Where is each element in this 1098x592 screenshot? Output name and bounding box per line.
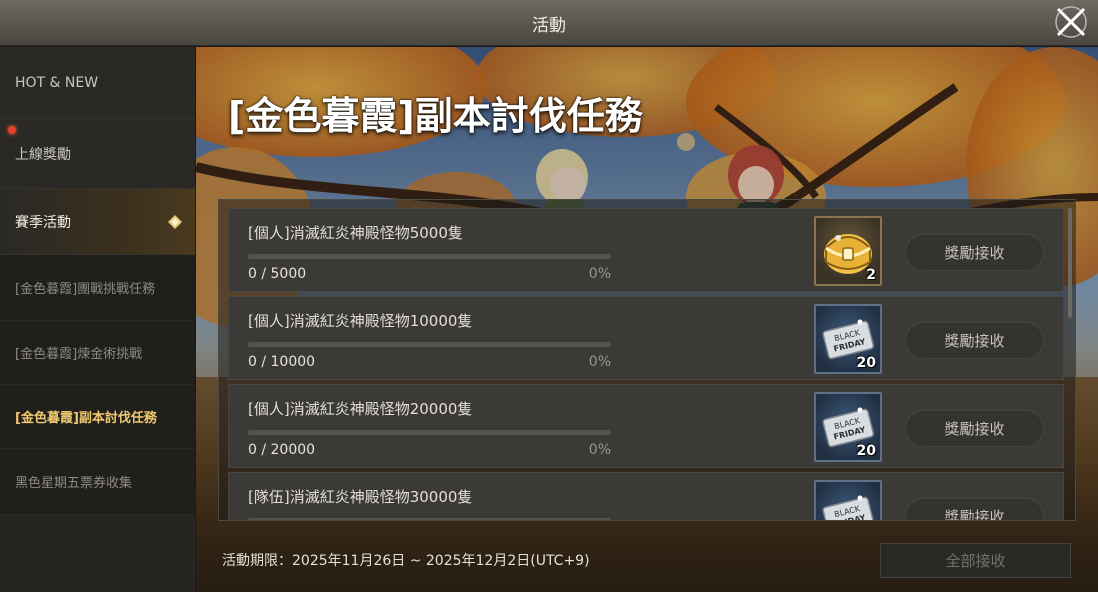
sidebar-item-raid-challenge[interactable]: [金色暮霞]團戰挑戰任務 (0, 255, 195, 321)
reward-slot[interactable]: BLACK FRIDAY 20 (814, 304, 882, 374)
claim-reward-button[interactable]: 獎勵接收 (905, 321, 1044, 359)
sidebar-item-label: 黑色星期五票券收集 (15, 476, 133, 491)
reward-slot[interactable]: BLACK FRIDAY (814, 480, 882, 520)
diamond-sparkle-icon (168, 214, 182, 229)
mission-name: [個人]消滅紅炎神殿怪物10000隻 (248, 312, 473, 330)
sidebar-item-login-reward[interactable]: 上線獎勵 (0, 119, 195, 189)
mission-name: [個人]消滅紅炎神殿怪物5000隻 (248, 224, 463, 242)
title-bar: 活動 (0, 0, 1098, 46)
progress-bar (248, 518, 611, 520)
notification-badge (8, 126, 16, 134)
progress-bar (248, 342, 611, 347)
claim-reward-button[interactable]: 獎勵接收 (905, 409, 1044, 447)
black-friday-ticket-icon: BLACK FRIDAY (822, 495, 875, 520)
window-title: 活動 (532, 16, 566, 36)
reward-quantity: 2 (866, 267, 876, 283)
progress-count: 0 / 20000 (248, 442, 316, 458)
reward-quantity: 20 (856, 443, 876, 459)
sidebar-item-label: [金色暮霞]煉金術挑戰 (15, 347, 143, 362)
mission-name: [隊伍]消滅紅炎神殿怪物30000隻 (248, 488, 473, 506)
event-period: 活動期限：2025年11月26日 ~ 2025年12月2日(UTC+9) (222, 553, 590, 569)
mission-list[interactable]: [個人]消滅紅炎神殿怪物5000隻 0 / 5000 0% 2 獎勵接收 [個人… (218, 199, 1076, 521)
sidebar-item-alchemy-challenge[interactable]: [金色暮霞]煉金術挑戰 (0, 321, 195, 385)
event-title: [金色暮霞]副本討伐任務 (228, 94, 643, 138)
sidebar-item-black-friday-tickets[interactable]: 黑色星期五票券收集 (0, 449, 195, 515)
sidebar-item-label: 上線獎勵 (15, 146, 71, 163)
mission-row: [個人]消滅紅炎神殿怪物10000隻 0 / 10000 0% BLACK FR… (228, 296, 1064, 380)
mission-name: [個人]消滅紅炎神殿怪物20000隻 (248, 400, 473, 418)
claim-reward-button[interactable]: 獎勵接收 (905, 497, 1044, 520)
sidebar: HOT & NEW 上線獎勵 賽季活動 [金色暮霞]團戰挑戰任務 [金色暮霞]煉… (0, 47, 195, 592)
sidebar-item-label: 賽季活動 (15, 214, 71, 231)
reward-slot[interactable]: BLACK FRIDAY 20 (814, 392, 882, 462)
progress-bar (248, 430, 611, 435)
progress-count: 0 / 10000 (248, 354, 316, 370)
sidebar-item-label: HOT & NEW (15, 74, 99, 91)
sidebar-item-dungeon-mission[interactable]: [金色暮霞]副本討伐任務 (0, 385, 195, 449)
progress-percent: 0% (588, 442, 611, 458)
progress-percent: 0% (588, 266, 611, 282)
list-scrollbar[interactable] (1068, 208, 1072, 318)
sidebar-item-hot-new[interactable]: HOT & NEW (0, 47, 195, 119)
mission-row: [隊伍]消滅紅炎神殿怪物30000隻 BLACK FRIDAY 獎勵接收 (228, 472, 1064, 520)
sidebar-item-label: [金色暮霞]副本討伐任務 (15, 411, 157, 426)
mission-row: [個人]消滅紅炎神殿怪物20000隻 0 / 20000 0% BLACK FR… (228, 384, 1064, 468)
progress-percent: 0% (588, 354, 611, 370)
mission-row: [個人]消滅紅炎神殿怪物5000隻 0 / 5000 0% 2 獎勵接收 (228, 208, 1064, 292)
sidebar-item-season-event[interactable]: 賽季活動 (0, 189, 195, 255)
reward-slot[interactable]: 2 (814, 216, 882, 286)
close-icon (1055, 6, 1087, 38)
main-panel: [金色暮霞]副本討伐任務 [個人]消滅紅炎神殿怪物5000隻 0 / 5000 … (196, 47, 1098, 592)
progress-count: 0 / 5000 (248, 266, 307, 282)
close-button[interactable] (1052, 3, 1090, 41)
progress-bar (248, 254, 611, 259)
claim-all-button[interactable]: 全部接收 (880, 543, 1071, 578)
reward-quantity: 20 (856, 355, 876, 371)
sidebar-item-label: [金色暮霞]團戰挑戰任務 (15, 282, 156, 297)
claim-reward-button[interactable]: 獎勵接收 (905, 233, 1044, 271)
